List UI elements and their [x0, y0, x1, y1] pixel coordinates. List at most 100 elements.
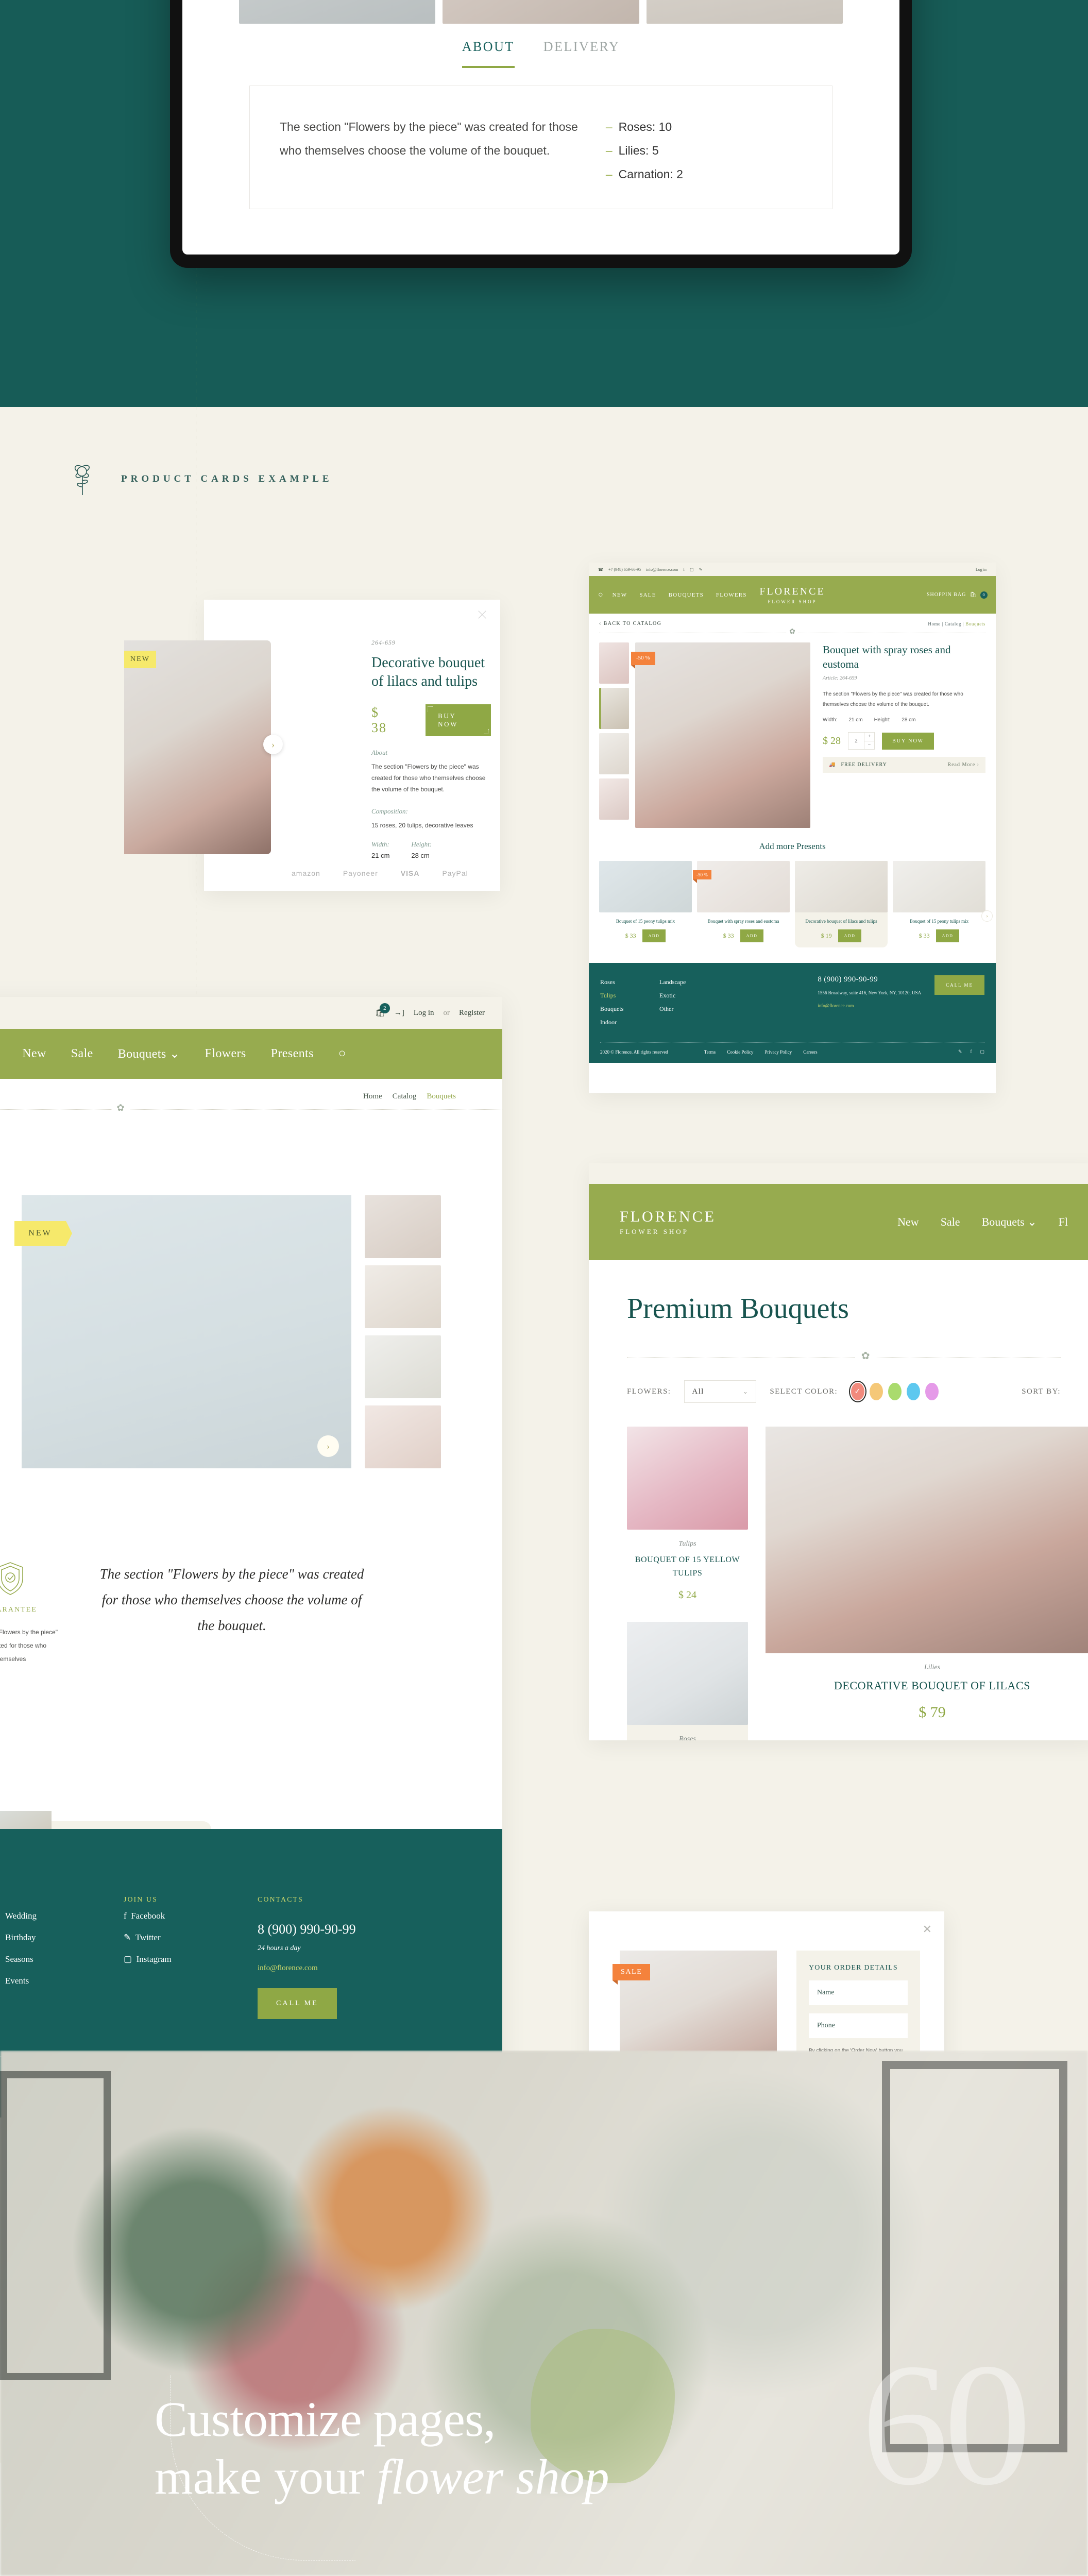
nav-new[interactable]: New: [22, 1047, 46, 1061]
gallery-image-2[interactable]: [443, 0, 639, 24]
tab-about[interactable]: ABOUT: [462, 39, 515, 68]
thumbnail[interactable]: [599, 733, 629, 774]
crumb-bouquets[interactable]: Bouquets: [427, 1092, 456, 1101]
nav-bouquets[interactable]: BOUQUETS: [669, 592, 704, 598]
instagram-icon[interactable]: ▢: [690, 567, 694, 572]
footer-phone[interactable]: 8 (900) 990-90-99: [258, 1922, 412, 1937]
nav-sale[interactable]: Sale: [71, 1047, 93, 1061]
flowers-select[interactable]: All ⌄: [684, 1380, 757, 1403]
nav-bouquets[interactable]: Bouquets ⌄: [118, 1046, 180, 1061]
login-link[interactable]: Log in: [414, 1009, 434, 1018]
nav-new[interactable]: New: [897, 1215, 919, 1229]
nav-sale[interactable]: SALE: [639, 592, 656, 598]
buy-now-button[interactable]: BUY NOW: [882, 732, 934, 750]
present-add-button[interactable]: ADD: [642, 929, 666, 942]
buy-now-button[interactable]: BUY NOW: [426, 704, 491, 736]
nav-new[interactable]: NEW: [613, 592, 627, 598]
brand-logo[interactable]: FLORENCE FLOWER SHOP: [759, 586, 825, 604]
crumb-home[interactable]: Home: [363, 1092, 382, 1101]
nav-bouquets[interactable]: Bouquets ⌄: [982, 1215, 1037, 1229]
login-link[interactable]: Log in: [976, 567, 987, 572]
present-add-button[interactable]: ADD: [740, 929, 764, 942]
footer-link-roses[interactable]: Roses: [600, 975, 659, 989]
color-swatch[interactable]: [888, 1383, 902, 1400]
stepper-increase[interactable]: +: [864, 733, 874, 741]
color-swatch[interactable]: [907, 1383, 921, 1400]
legal-careers[interactable]: Careers: [803, 1049, 817, 1055]
thumbnail[interactable]: [599, 642, 629, 684]
footer-email[interactable]: info@florence.com: [818, 1003, 921, 1008]
read-more-link[interactable]: Read More ›: [947, 762, 979, 768]
topbar-phone[interactable]: +7 (948) 659-66-95: [608, 567, 641, 572]
call-me-button[interactable]: CALL ME: [934, 975, 984, 995]
search-icon[interactable]: ○: [598, 590, 603, 600]
color-swatch[interactable]: [925, 1383, 939, 1400]
gallery-next-arrow-icon[interactable]: ›: [263, 735, 283, 754]
footer-link-instagram[interactable]: ▢ Instagram: [124, 1950, 211, 1969]
nav-flowers-truncated[interactable]: Fl: [1059, 1215, 1068, 1229]
present-card-highlighted[interactable]: Decorative bouquet of lilacs and tulips …: [795, 861, 888, 947]
footer-link-seasons[interactable]: Seasons: [5, 1950, 93, 1969]
nav-presents[interactable]: Presents: [271, 1047, 314, 1061]
present-card[interactable]: Bouquet of 15 peony tulips mix $ 33 ADD: [599, 861, 692, 947]
footer-link-facebook[interactable]: f Facebook: [124, 1906, 211, 1926]
sort-by-control[interactable]: SORT BY:: [1022, 1387, 1061, 1396]
name-field[interactable]: Name: [809, 1980, 908, 2005]
call-me-button[interactable]: CALL ME: [258, 1988, 337, 2019]
back-to-catalog-link[interactable]: ‹ BACK TO CATALOG: [599, 621, 661, 626]
topbar-email[interactable]: info@florence.com: [646, 567, 678, 572]
thumbnail-active[interactable]: [599, 688, 629, 729]
instagram-icon[interactable]: ▢: [980, 1049, 984, 1055]
footer-link-exotic[interactable]: Exotic: [659, 989, 719, 1002]
twitter-icon[interactable]: ✎: [958, 1049, 962, 1055]
close-icon[interactable]: ✕: [923, 1923, 932, 1936]
facebook-icon[interactable]: f: [683, 567, 685, 572]
footer-link-tulips[interactable]: Tulips: [600, 989, 659, 1002]
legal-privacy[interactable]: Privacy Policy: [764, 1049, 792, 1055]
footer-link-indoor[interactable]: Indoor: [600, 1015, 659, 1029]
crumb-catalog[interactable]: Catalog: [945, 621, 961, 626]
thumbnail[interactable]: [365, 1405, 441, 1468]
gallery-image-1[interactable]: [239, 0, 436, 24]
presents-next-arrow-icon[interactable]: ›: [981, 910, 993, 922]
footer-phone[interactable]: 8 (900) 990-90-99: [818, 975, 921, 984]
thumbnail[interactable]: [599, 778, 629, 820]
crumb-catalog[interactable]: Catalog: [393, 1092, 417, 1101]
search-icon[interactable]: ○: [338, 1047, 346, 1061]
footer-link-twitter[interactable]: ✎ Twitter: [124, 1928, 211, 1947]
footer-link-wedding[interactable]: Wedding: [5, 1906, 93, 1926]
facebook-icon[interactable]: f: [970, 1049, 972, 1055]
present-add-button[interactable]: ADD: [838, 929, 862, 942]
footer-email[interactable]: info@florence.com: [258, 1964, 412, 1973]
shopping-bag-icon[interactable]: 🛍 2: [375, 1003, 390, 1018]
register-link[interactable]: Register: [459, 1009, 485, 1018]
close-icon[interactable]: [477, 609, 488, 620]
legal-cookie[interactable]: Cookie Policy: [727, 1049, 753, 1055]
present-card[interactable]: -50 % Bouquet with spray roses and eusto…: [693, 861, 790, 947]
footer-link-bouquets[interactable]: Bouquets: [600, 1002, 659, 1015]
thumbnail[interactable]: [365, 1265, 441, 1328]
stepper-decrease[interactable]: −: [864, 740, 874, 750]
footer-link-events[interactable]: Events: [5, 1971, 93, 1991]
footer-link-other[interactable]: Other: [659, 1002, 719, 1015]
legal-terms[interactable]: Terms: [704, 1049, 716, 1055]
crumb-bouquets[interactable]: Bouquets: [965, 621, 985, 626]
color-swatch-selected[interactable]: [849, 1381, 867, 1402]
gallery-next-arrow-icon[interactable]: ›: [317, 1435, 339, 1457]
footer-link-birthday[interactable]: Birthday: [5, 1928, 93, 1947]
nav-sale[interactable]: Sale: [941, 1215, 960, 1229]
present-add-button[interactable]: ADD: [936, 929, 960, 942]
nav-flowers[interactable]: Flowers: [205, 1047, 246, 1061]
product-card[interactable]: Tulips BOUQUET OF 15 YELLOW TULIPS $ 24: [627, 1427, 748, 1601]
phone-field[interactable]: Phone: [809, 2013, 908, 2038]
footer-link-landscape[interactable]: Landscape: [659, 975, 719, 989]
crumb-home[interactable]: Home: [928, 621, 940, 626]
quantity-stepper[interactable]: 2 + −: [848, 732, 875, 750]
twitter-icon[interactable]: ✎: [699, 567, 703, 572]
present-card[interactable]: Bouquet of 15 peony tulips mix $ 33 ADD: [893, 861, 985, 947]
gallery-image-3[interactable]: [646, 0, 843, 24]
featured-product-card[interactable]: Lilies DECORATIVE BOUQUET OF LILACS $ 79: [766, 1427, 1088, 1740]
thumbnail[interactable]: [365, 1335, 441, 1398]
nav-flowers[interactable]: FLOWERS: [716, 592, 747, 598]
shopping-bag-button[interactable]: SHOPPIN BAG 🛍 0: [927, 591, 988, 599]
